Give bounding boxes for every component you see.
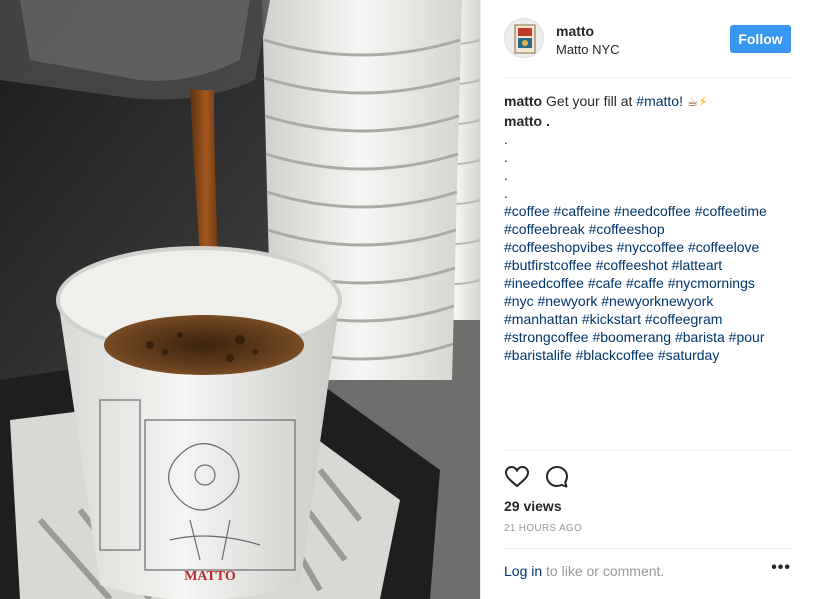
caption-line-2: matto . [504, 113, 550, 129]
login-text: Log in to like or comment. [504, 563, 664, 579]
hashtag-line[interactable]: #nyc #newyork #newyorknewyork [504, 292, 796, 310]
post-actions: 29 views 21 HOURS AGO Log in to like or … [504, 450, 791, 580]
hashtag-line[interactable]: #baristalife #blackcoffee #saturday [504, 346, 796, 364]
caption-username[interactable]: matto [504, 93, 542, 109]
hashtag-line[interactable]: #manhattan #kickstart #coffeegram [504, 310, 796, 328]
caption-dot: . [504, 149, 508, 165]
hashtag-line[interactable]: #coffeebreak #coffeeshop [504, 220, 796, 238]
post-image[interactable]: MATTO [0, 0, 480, 599]
post-timestamp[interactable]: 21 HOURS AGO [504, 523, 582, 534]
caption-dot: . [504, 185, 508, 201]
avatar[interactable] [504, 18, 544, 58]
heart-icon[interactable] [504, 464, 530, 490]
more-options-icon[interactable]: ••• [771, 559, 791, 577]
caption-text: Get your fill at [546, 93, 633, 109]
post-caption: matto Get your fill at #matto! ☕⚡ matto … [504, 92, 796, 364]
login-link[interactable]: Log in [504, 563, 542, 579]
login-prompt: Log in to like or comment. ••• [504, 548, 791, 582]
cup-logo-text: MATTO [184, 569, 236, 584]
post-side-panel: matto Matto NYC Follow matto Get your fi… [480, 0, 815, 599]
hashtag-line[interactable]: #ineedcoffee #cafe #caffe #nycmornings [504, 274, 796, 292]
caption-dot: . [504, 167, 508, 183]
caption-dot: . [504, 131, 508, 147]
location-link[interactable]: Matto NYC [556, 42, 620, 57]
hashtag-line[interactable]: #strongcoffee #boomerang #barista #pour [504, 328, 796, 346]
hashtag-line[interactable]: #coffee #caffeine #needcoffee #coffeetim… [504, 202, 796, 220]
username[interactable]: matto [556, 23, 594, 39]
lightning-emoji-icon: ⚡ [698, 95, 708, 110]
post-header: matto Matto NYC Follow [504, 18, 791, 78]
comment-icon[interactable] [544, 464, 570, 490]
hashtag-line[interactable]: #butfirstcoffee #coffeeshot #latteart [504, 256, 796, 274]
coffee-photo: MATTO [0, 0, 480, 599]
login-rest-text: to like or comment. [546, 563, 665, 579]
avatar-image [505, 19, 543, 57]
hashtag-matto[interactable]: #matto! [636, 93, 683, 109]
coffee-emoji-icon: ☕ [686, 95, 699, 110]
caption-line-1: matto Get your fill at #matto! ☕⚡ [504, 92, 796, 112]
hashtag-line[interactable]: #coffeeshopvibes #nyccoffee #coffeelove [504, 238, 796, 256]
view-count[interactable]: 29 views [504, 498, 562, 514]
follow-button[interactable]: Follow [730, 25, 791, 53]
